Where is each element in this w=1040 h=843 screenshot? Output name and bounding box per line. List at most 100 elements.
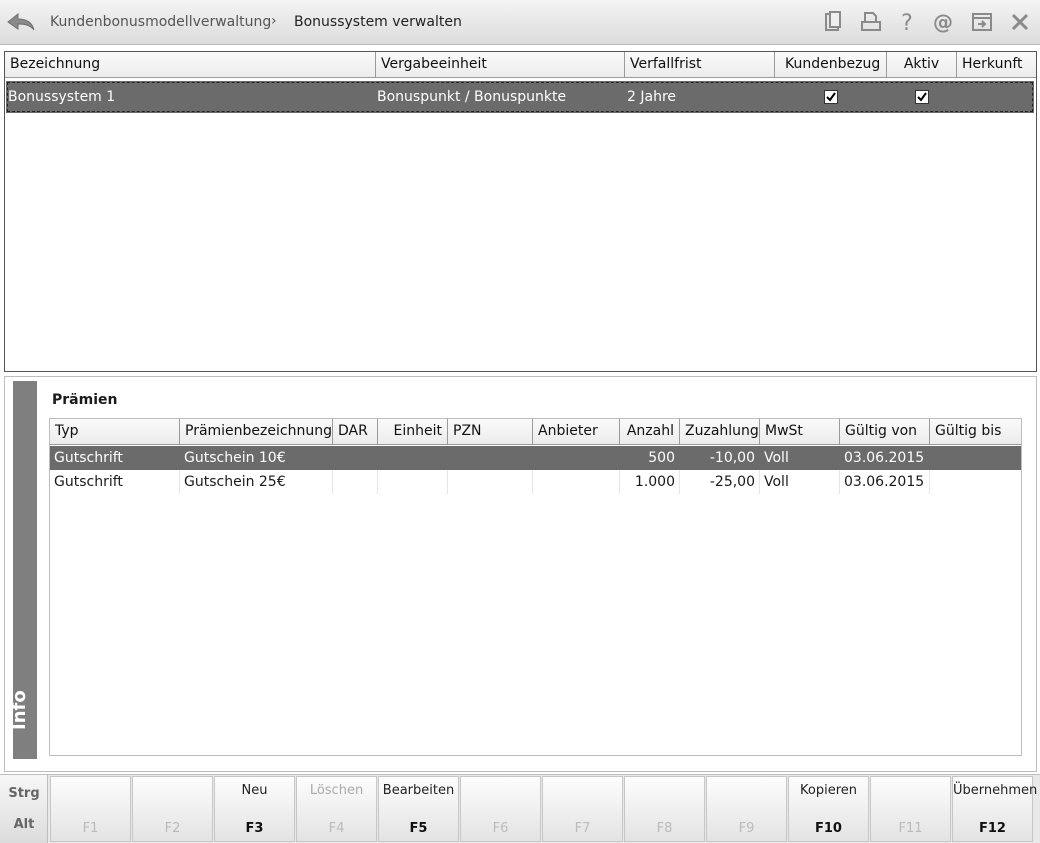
aktiv-checkbox[interactable]: [915, 90, 929, 104]
function-key-number: F8: [656, 821, 673, 836]
breadcrumb-current: Bonussystem verwalten: [294, 14, 462, 30]
function-key-number: F4: [328, 821, 345, 836]
function-key-f1[interactable]: F1: [50, 776, 131, 842]
column-header-anbieter[interactable]: Anbieter: [533, 419, 620, 444]
cell-gueltig-von: 03.06.2015: [840, 446, 930, 470]
cell-pzn: [448, 470, 533, 494]
function-key-number: F11: [898, 821, 923, 836]
column-header-vergabeeinheit[interactable]: Vergabeeinheit: [376, 52, 625, 77]
function-key-label: Bearbeiten: [382, 783, 455, 798]
clipboard-icon[interactable]: [821, 10, 845, 34]
cell-anbieter: [533, 470, 620, 494]
cell-bezeichnung: Bonussystem 1: [8, 89, 116, 105]
column-header-gueltig-von[interactable]: Gültig von: [840, 419, 930, 444]
function-key-number: F1: [82, 821, 99, 836]
table-row[interactable]: Gutschrift Gutschein 25€ 1.000 -25,00 Vo…: [50, 470, 1021, 494]
table-row[interactable]: Bonussystem 1 Bonuspunkt / Bonuspunkte 2…: [6, 81, 1034, 113]
function-key-bar: Strg Alt F1 F2 Neu F3 Löschen F4 Bearbeiten F5 F…: [0, 774, 1040, 843]
printer-icon[interactable]: [859, 10, 883, 34]
cell-bezeichnung: Gutschein 25€: [180, 470, 333, 494]
bonus-system-table: Bezeichnung Vergabeeinheit Verfallfrist …: [4, 51, 1037, 372]
cell-anzahl: 500: [620, 446, 680, 470]
function-key-f7[interactable]: F7: [542, 776, 623, 842]
function-key-f9[interactable]: F9: [706, 776, 787, 842]
close-icon[interactable]: [1008, 10, 1032, 34]
function-key-number: F2: [164, 821, 181, 836]
table-row[interactable]: Gutschrift Gutschein 10€ 500 -10,00 Voll…: [50, 446, 1021, 470]
at-icon[interactable]: @: [931, 10, 955, 34]
column-header-praemienbezeichnung[interactable]: Prämienbezeichnung: [180, 419, 333, 444]
checkmark-icon: [826, 92, 836, 102]
column-header-einheit[interactable]: Einheit: [378, 419, 448, 444]
function-key-f6[interactable]: F6: [460, 776, 541, 842]
cell-dar: [333, 446, 378, 470]
cell-anbieter: [533, 446, 620, 470]
praemien-title: Prämien: [52, 392, 118, 408]
function-key-f2[interactable]: F2: [132, 776, 213, 842]
table-header: Typ Prämienbezeichnung DAR Einheit PZN A…: [50, 419, 1021, 445]
cell-mwst: Voll: [760, 470, 840, 494]
cell-zuzahlung: -25,00: [680, 470, 760, 494]
back-arrow-icon[interactable]: [6, 10, 36, 34]
checkmark-icon: [917, 92, 927, 102]
cell-typ: Gutschrift: [50, 446, 180, 470]
column-header-bezeichnung[interactable]: Bezeichnung: [5, 52, 376, 77]
cell-dar: [333, 470, 378, 494]
column-header-typ[interactable]: Typ: [50, 419, 180, 444]
function-key-number: F7: [574, 821, 591, 836]
cell-gueltig-bis: [930, 446, 1021, 470]
cell-zuzahlung: -10,00: [680, 446, 760, 470]
title-bar: Kundenbonusmodellverwaltung › Bonussyste…: [0, 0, 1040, 45]
function-key-f12[interactable]: Übernehmen F12: [952, 776, 1038, 842]
praemien-table: Typ Prämienbezeichnung DAR Einheit PZN A…: [49, 418, 1022, 756]
function-key-label: Neu: [241, 783, 268, 798]
column-header-pzn[interactable]: PZN: [448, 419, 533, 444]
function-key-number: F3: [245, 821, 264, 836]
function-key-f3[interactable]: Neu F3: [214, 776, 295, 842]
function-key-f5[interactable]: Bearbeiten F5: [378, 776, 459, 842]
modifier-alt[interactable]: Alt: [0, 817, 48, 832]
function-key-f4[interactable]: Löschen F4: [296, 776, 377, 842]
column-header-zuzahlung[interactable]: Zuzahlung: [680, 419, 760, 444]
help-icon[interactable]: ?: [895, 10, 919, 34]
function-key-number: F5: [409, 821, 428, 836]
function-key-f11[interactable]: F11: [870, 776, 951, 842]
function-key-number: F12: [979, 821, 1006, 836]
column-header-anzahl[interactable]: Anzahl: [620, 419, 680, 444]
column-header-mwst[interactable]: MwSt: [760, 419, 840, 444]
kundenbezug-checkbox[interactable]: [824, 90, 838, 104]
svg-text:?: ?: [901, 11, 913, 34]
function-key-f10[interactable]: Kopieren F10: [788, 776, 869, 842]
cell-gueltig-bis: [930, 470, 1021, 494]
cell-verfallfrist: 2 Jahre: [627, 89, 676, 105]
column-header-kundenbezug[interactable]: Kundenbezug: [775, 52, 887, 77]
modifier-keys[interactable]: Strg Alt: [0, 775, 48, 843]
function-key-number: F9: [738, 821, 755, 836]
column-header-aktiv[interactable]: Aktiv: [887, 52, 957, 77]
function-key-number: F6: [492, 821, 509, 836]
cell-typ: Gutschrift: [50, 470, 180, 494]
table-header: Bezeichnung Vergabeeinheit Verfallfrist …: [5, 52, 1036, 78]
cell-mwst: Voll: [760, 446, 840, 470]
function-key-f8[interactable]: F8: [624, 776, 705, 842]
breadcrumb-separator: ›: [271, 13, 277, 29]
breadcrumb-parent[interactable]: Kundenbonusmodellverwaltung: [50, 14, 271, 30]
cell-bezeichnung: Gutschein 10€: [180, 446, 333, 470]
function-key-label: Löschen: [309, 783, 364, 798]
cell-vergabeeinheit: Bonuspunkt / Bonuspunkte: [377, 89, 567, 105]
cell-einheit: [378, 446, 448, 470]
cell-gueltig-von: 03.06.2015: [840, 470, 930, 494]
modifier-strg[interactable]: Strg: [0, 786, 48, 801]
cell-pzn: [448, 446, 533, 470]
cell-einheit: [378, 470, 448, 494]
cell-anzahl: 1.000: [620, 470, 680, 494]
function-key-number: F10: [815, 821, 842, 836]
column-header-dar[interactable]: DAR: [333, 419, 378, 444]
function-key-label: Kopieren: [800, 783, 857, 798]
function-key-label: Übernehmen: [953, 783, 1038, 798]
column-header-herkunft[interactable]: Herkunft: [957, 52, 1036, 77]
column-header-verfallfrist[interactable]: Verfallfrist: [625, 52, 775, 77]
svg-text:@: @: [933, 10, 953, 34]
column-header-gueltig-bis[interactable]: Gültig bis: [930, 419, 1021, 444]
window-export-icon[interactable]: [970, 10, 994, 34]
